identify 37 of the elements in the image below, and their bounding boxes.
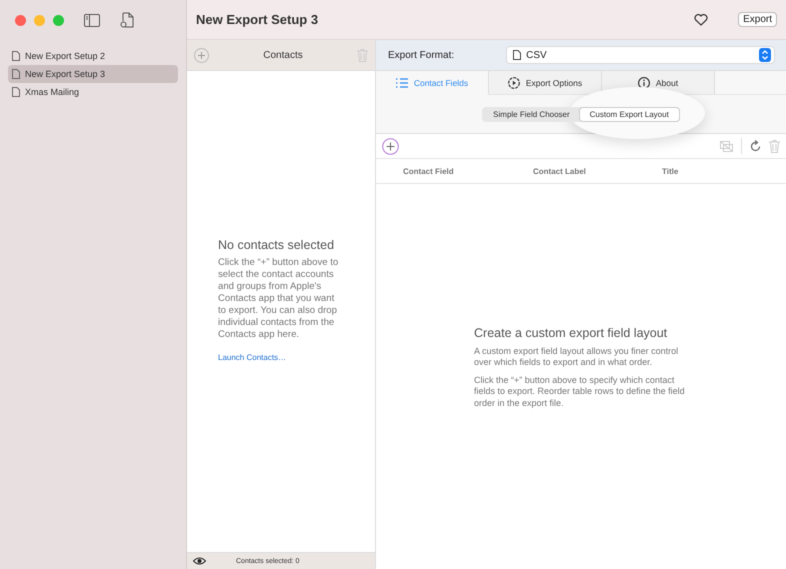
column-header[interactable]: Contact Label xyxy=(533,166,662,176)
eye-icon[interactable] xyxy=(193,557,206,565)
tab[interactable]: Export Options xyxy=(489,71,602,95)
export-button[interactable]: Export xyxy=(738,12,777,27)
sidebar-toggle-icon[interactable] xyxy=(84,14,100,26)
segment-button[interactable]: Custom Export Layout xyxy=(580,108,679,120)
play-circle-icon xyxy=(508,76,520,88)
sidebar-item[interactable]: New Export Setup 2 xyxy=(8,47,178,65)
stepper-icon xyxy=(759,48,771,62)
segment-button[interactable]: Simple Field Chooser xyxy=(483,108,580,120)
add-icon[interactable] xyxy=(382,138,399,154)
window-title: New Export Setup 3 xyxy=(196,12,320,27)
info-icon xyxy=(638,76,650,88)
column-header[interactable]: Title xyxy=(662,166,678,176)
duplicate-icon[interactable] xyxy=(720,140,733,152)
list-icon xyxy=(396,78,408,88)
document-icon xyxy=(513,50,522,60)
sidebar-item[interactable]: New Export Setup 3 xyxy=(8,65,178,83)
empty-description: A custom export field layout allows you finer control over which fields to export and in what order. xyxy=(474,346,680,369)
empty-description: Click the “+” button above to select the contact accounts and groups from Apple's Contacts app that you want to export. You can also drop individual contacts from the Contacts app here. xyxy=(218,257,340,341)
launch-contacts-link[interactable]: Launch Contacts… xyxy=(218,353,286,362)
refresh-icon[interactable] xyxy=(750,140,761,152)
trash-icon[interactable] xyxy=(769,140,780,152)
heart-icon[interactable] xyxy=(694,14,708,26)
minimize-button[interactable] xyxy=(34,14,45,26)
column-header[interactable]: Contact Field xyxy=(403,166,533,176)
empty-title: Create a custom export field layout xyxy=(474,326,668,340)
empty-description: Click the “+” button above to specify which contact fields to export. Reorder table rows to define the field order in the export file. xyxy=(474,374,686,410)
close-button[interactable] xyxy=(15,14,26,26)
panel-title: Contacts xyxy=(262,50,304,60)
format-dropdown[interactable]: CSV xyxy=(506,46,775,64)
sidebar-item[interactable]: Xmas Mailing xyxy=(8,83,178,101)
new-document-icon[interactable] xyxy=(120,12,135,28)
field-label: Export Format: xyxy=(388,50,454,60)
trash-icon[interactable] xyxy=(357,48,368,62)
empty-title: No contacts selected xyxy=(218,238,336,252)
zoom-button[interactable] xyxy=(53,14,64,26)
